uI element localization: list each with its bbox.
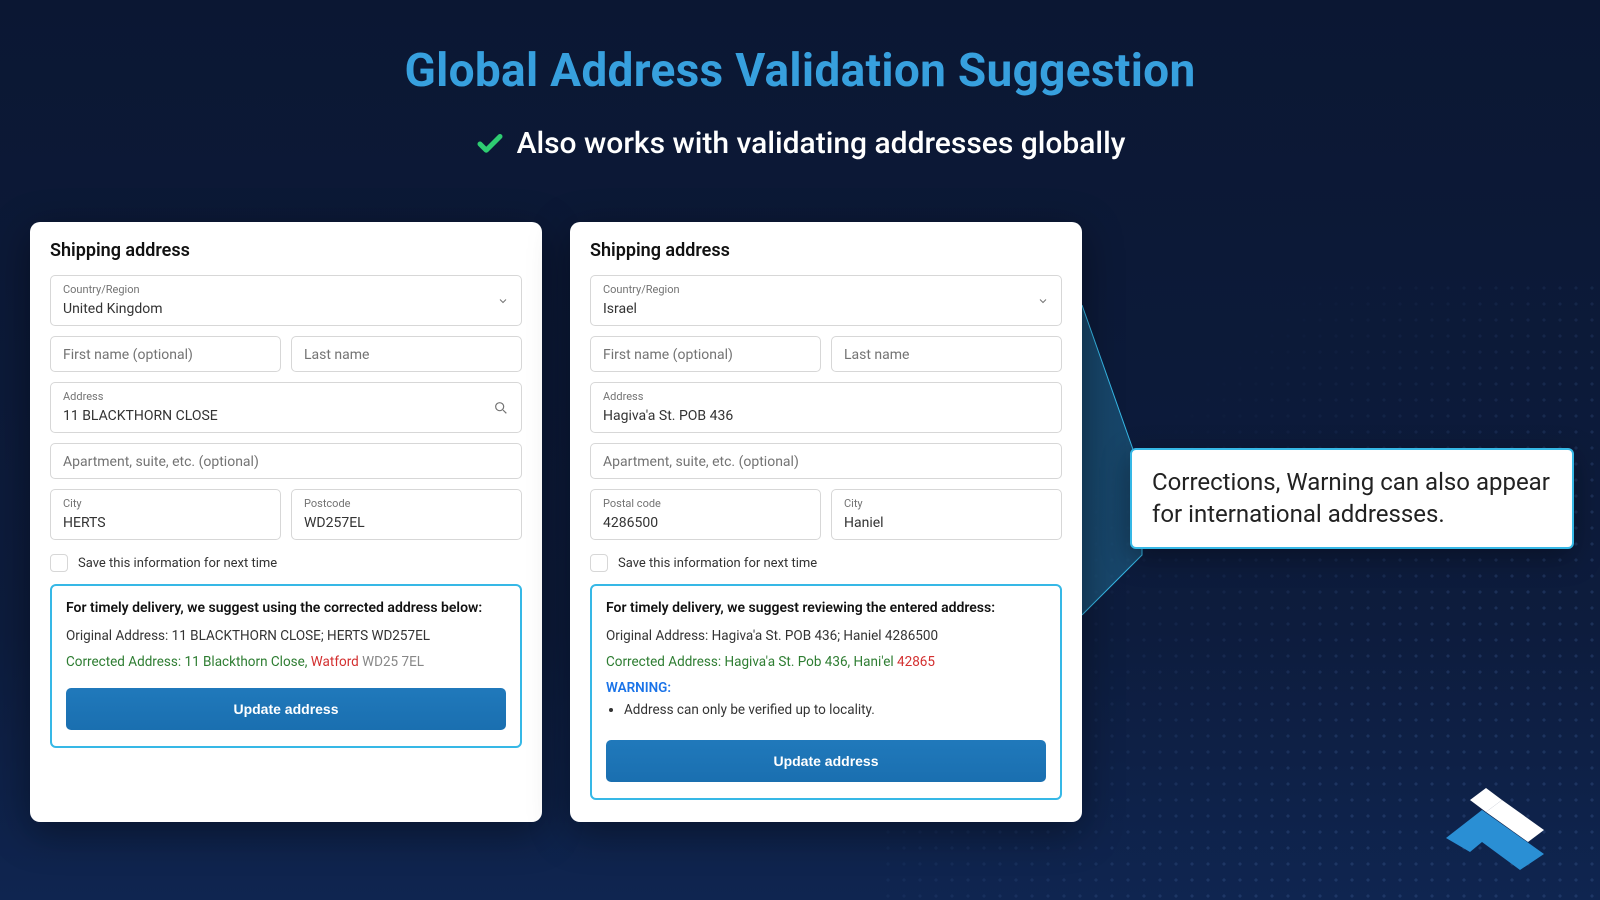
- field-placeholder: First name (optional): [603, 347, 733, 363]
- warning-item: Address can only be verified up to local…: [624, 702, 1046, 718]
- field-label: Country/Region: [63, 283, 509, 296]
- search-icon: [493, 400, 509, 416]
- corrected-address-line: Corrected Address: 11 Blackthorn Close, …: [66, 654, 506, 670]
- postcode-input[interactable]: Postcode WD257EL: [291, 489, 522, 540]
- corrected-address-line: Corrected Address: Hagiva'a St. Pob 436,…: [606, 654, 1046, 670]
- field-label: City: [63, 497, 268, 510]
- suggestion-box: For timely delivery, we suggest reviewin…: [590, 584, 1062, 800]
- field-placeholder: Apartment, suite, etc. (optional): [603, 454, 799, 470]
- save-info-row: Save this information for next time: [590, 554, 1062, 572]
- field-value: WD257EL: [304, 515, 365, 531]
- city-input[interactable]: City Haniel: [831, 489, 1062, 540]
- field-label: City: [844, 497, 1049, 510]
- original-address-line: Original Address: 11 BLACKTHORN CLOSE; H…: [66, 628, 506, 644]
- field-placeholder: First name (optional): [63, 347, 193, 363]
- original-address-line: Original Address: Hagiva'a St. POB 436; …: [606, 628, 1046, 644]
- field-value: Israel: [603, 301, 637, 317]
- last-name-input[interactable]: Last name: [831, 336, 1062, 372]
- city-input[interactable]: City HERTS: [50, 489, 281, 540]
- first-name-input[interactable]: First name (optional): [50, 336, 281, 372]
- save-info-label: Save this information for next time: [618, 556, 817, 571]
- chevron-down-icon: [497, 295, 509, 307]
- postal-code-input[interactable]: Postal code 4286500: [590, 489, 821, 540]
- shipping-card-uk: Shipping address Country/Region United K…: [30, 222, 542, 822]
- first-name-input[interactable]: First name (optional): [590, 336, 821, 372]
- apartment-input[interactable]: Apartment, suite, etc. (optional): [50, 443, 522, 479]
- field-placeholder: Last name: [844, 347, 909, 363]
- suggestion-heading: For timely delivery, we suggest using th…: [66, 600, 506, 616]
- field-placeholder: Apartment, suite, etc. (optional): [63, 454, 259, 470]
- suggestion-box: For timely delivery, we suggest using th…: [50, 584, 522, 748]
- page-title: Global Address Validation Suggestion: [0, 44, 1600, 98]
- field-label: Address: [63, 390, 509, 403]
- suggestion-heading: For timely delivery, we suggest reviewin…: [606, 600, 1046, 616]
- field-label: Address: [603, 390, 1049, 403]
- field-label: Country/Region: [603, 283, 1049, 296]
- field-value: Haniel: [844, 515, 884, 531]
- address-input[interactable]: Address Hagiva'a St. POB 436: [590, 382, 1062, 433]
- update-address-button[interactable]: Update address: [66, 688, 506, 730]
- page-subtitle: Also works with validating addresses glo…: [517, 126, 1126, 161]
- apartment-input[interactable]: Apartment, suite, etc. (optional): [590, 443, 1062, 479]
- warning-list: Address can only be verified up to local…: [624, 702, 1046, 718]
- shipping-card-il: Shipping address Country/Region Israel F…: [570, 222, 1082, 822]
- save-info-checkbox[interactable]: [50, 554, 68, 572]
- address-input[interactable]: Address 11 BLACKTHORN CLOSE: [50, 382, 522, 433]
- warning-label: WARNING:: [606, 680, 1046, 696]
- field-value: United Kingdom: [63, 301, 163, 317]
- callout-text: Corrections, Warning can also appear for…: [1152, 468, 1550, 528]
- field-value: 4286500: [603, 515, 658, 531]
- subtitle-row: Also works with validating addresses glo…: [475, 126, 1126, 161]
- brand-logo-icon: [1436, 772, 1556, 872]
- save-info-checkbox[interactable]: [590, 554, 608, 572]
- card-title: Shipping address: [590, 240, 1062, 261]
- field-placeholder: Last name: [304, 347, 369, 363]
- field-label: Postal code: [603, 497, 808, 510]
- card-title: Shipping address: [50, 240, 522, 261]
- country-select[interactable]: Country/Region United Kingdom: [50, 275, 522, 326]
- callout-box: Corrections, Warning can also appear for…: [1130, 448, 1574, 549]
- field-value: Hagiva'a St. POB 436: [603, 408, 733, 424]
- country-select[interactable]: Country/Region Israel: [590, 275, 1062, 326]
- save-info-row: Save this information for next time: [50, 554, 522, 572]
- last-name-input[interactable]: Last name: [291, 336, 522, 372]
- page-header: Global Address Validation Suggestion Als…: [0, 0, 1600, 163]
- field-label: Postcode: [304, 497, 509, 510]
- update-address-button[interactable]: Update address: [606, 740, 1046, 782]
- field-value: HERTS: [63, 515, 106, 531]
- check-icon: [475, 129, 505, 159]
- save-info-label: Save this information for next time: [78, 556, 277, 571]
- field-value: 11 BLACKTHORN CLOSE: [63, 408, 218, 424]
- chevron-down-icon: [1037, 295, 1049, 307]
